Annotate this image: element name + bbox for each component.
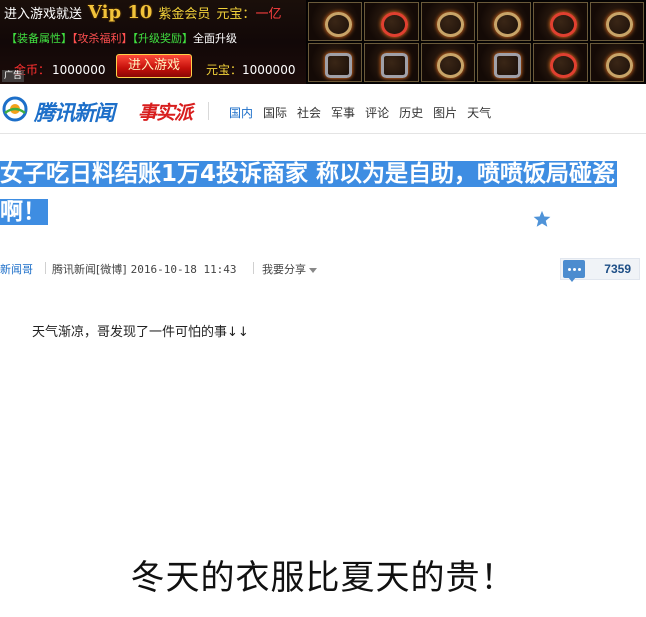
ad-feature-2: 【攻杀福利】 (72, 32, 133, 45)
game-ad-banner[interactable]: 进入游戏就送 Vip 10 紫金会员 元宝：一亿 【装备属性】【攻杀福利】【升级奖励】… (0, 0, 646, 84)
nav-item-pictures[interactable]: 图片 (433, 104, 457, 121)
horn-icon (589, 43, 644, 82)
yuanbao2-value: 1000000 (242, 63, 296, 77)
favorite-star-icon[interactable] (533, 210, 551, 228)
bracelet-icon (308, 43, 363, 82)
yuanbao2-label: 元宝： (206, 63, 243, 77)
comment-count-button[interactable]: 7359 (560, 258, 640, 282)
ad-item-grid (306, 0, 646, 84)
meta-divider (253, 262, 254, 274)
nav-item-commentary[interactable]: 评论 (365, 104, 389, 121)
author-link[interactable]: 新闻哥 (0, 261, 33, 277)
ad-gold: 金币： 1000000 (14, 61, 105, 78)
member-label: 紫金会员 (158, 7, 211, 22)
comment-count[interactable]: 7359 (604, 262, 631, 276)
enter-game-button[interactable]: 进入游戏 (116, 54, 192, 78)
nav-item-international[interactable]: 国际 (263, 104, 287, 121)
article-meta: 新闻哥 腾讯新闻[微博] 2016-10-18 11:43 我要分享 (0, 258, 640, 278)
site-logo-text[interactable]: 腾讯新闻 (34, 97, 115, 127)
vip-badge: Vip 10 (88, 2, 153, 23)
publish-time: 2016-10-18 11:43 (130, 263, 237, 276)
comment-bubble-icon[interactable] (563, 260, 585, 282)
ad-feature-4: 全面升级 (193, 32, 237, 45)
nav-item-domestic[interactable]: 国内 (229, 104, 253, 121)
necklace-icon (420, 2, 475, 41)
ad-feature-1: 【装备属性】 (6, 32, 72, 45)
nav-item-weather[interactable]: 天气 (467, 104, 491, 121)
bracelet-icon (476, 43, 532, 82)
article-paragraph: 天气渐凉，哥发现了一件可怕的事↓↓ (32, 325, 249, 340)
main-nav: 国内 国际 社会 军事 评论 历史 图片 天气 (229, 104, 491, 121)
ad-text-panel: 进入游戏就送 Vip 10 紫金会员 元宝：一亿 【装备属性】【攻杀福利】【升级奖励】… (0, 0, 306, 84)
ad-yuanbao: 元宝：1000000 (206, 61, 295, 78)
yuanbao-label: 元宝： (216, 7, 256, 22)
site-header: 腾讯新闻 事实派 国内 国际 社会 军事 评论 历史 图片 天气 (0, 84, 646, 134)
necklace-icon (476, 2, 532, 41)
chevron-down-icon[interactable] (309, 267, 317, 273)
share-label[interactable]: 我要分享 (262, 263, 306, 276)
yuanbao-value: 一亿 (255, 7, 282, 22)
ad-prefix: 进入游戏就送 (4, 7, 83, 22)
article-image-caption: 冬天的衣服比夏天的贵！ (130, 558, 516, 598)
ring-icon (364, 2, 419, 41)
horn-icon (420, 43, 475, 82)
bracelet-icon (533, 43, 588, 82)
gold-value: 1000000 (52, 63, 106, 77)
ring-icon (589, 2, 644, 41)
tencent-news-logo-icon[interactable] (2, 96, 28, 122)
column-brand[interactable]: 事实派 (138, 98, 193, 125)
header-divider (208, 102, 209, 120)
ad-headline: 进入游戏就送 Vip 10 紫金会员 元宝：一亿 (4, 2, 281, 23)
bracelet-icon (364, 43, 419, 82)
ring-icon (308, 2, 363, 41)
source-info: 腾讯新闻[微博] 2016-10-18 11:43 (52, 261, 237, 277)
ring-icon (533, 2, 588, 41)
nav-item-society[interactable]: 社会 (297, 104, 321, 121)
ad-feature-3: 【升级奖励】 (132, 32, 194, 45)
ad-features: 【装备属性】【攻杀福利】【升级奖励】全面升级 (6, 30, 237, 46)
article-title-text[interactable]: 女子吃日料结账1万4投诉商家 称以为是自助，喷喷饭局碰瓷啊！ (0, 161, 618, 225)
ad-tag: 广告 (2, 70, 25, 82)
nav-item-history[interactable]: 历史 (399, 104, 423, 121)
meta-divider (45, 262, 46, 274)
share-menu[interactable]: 我要分享 (262, 261, 317, 277)
source-name[interactable]: 腾讯新闻[微博] (52, 263, 127, 276)
nav-item-military[interactable]: 军事 (331, 104, 355, 121)
